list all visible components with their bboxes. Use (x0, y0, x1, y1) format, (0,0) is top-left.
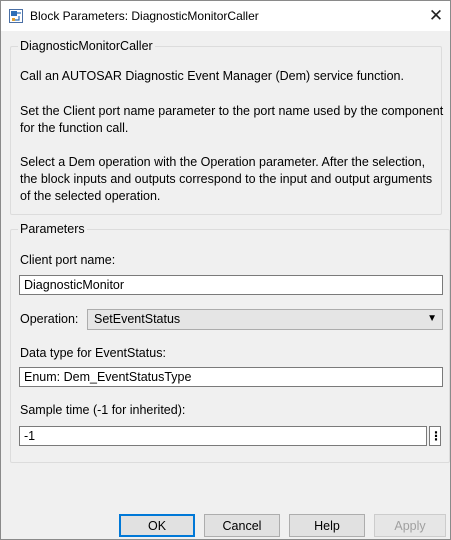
description-paragraph-1: Call an AUTOSAR Diagnostic Event Manager… (20, 69, 404, 83)
apply-button[interactable]: Apply (374, 514, 446, 537)
description-paragraph-3: Select a Dem operation with the Operatio… (20, 155, 433, 203)
description-group-title: DiagnosticMonitorCaller (18, 39, 155, 53)
simulink-block-icon (9, 9, 23, 23)
description-paragraph-2: Set the Client port name parameter to th… (20, 104, 444, 135)
sample-time-input[interactable] (19, 426, 427, 446)
operation-label: Operation: (20, 312, 79, 326)
block-parameters-dialog: Block Parameters: DiagnosticMonitorCalle… (0, 0, 451, 540)
cancel-button[interactable]: Cancel (204, 514, 280, 537)
title-bar: Block Parameters: DiagnosticMonitorCalle… (1, 1, 450, 31)
operation-select[interactable]: SetEventStatus ▼ (87, 309, 443, 330)
operation-select-value: SetEventStatus (94, 312, 181, 326)
data-type-input[interactable] (19, 367, 443, 387)
parameters-group-title: Parameters (18, 222, 87, 236)
ok-button[interactable]: OK (119, 514, 195, 537)
close-icon[interactable]: ✕ (426, 6, 446, 26)
help-button[interactable]: Help (289, 514, 365, 537)
client-port-name-label: Client port name: (20, 253, 116, 267)
client-port-name-input[interactable] (19, 275, 443, 295)
sample-time-label: Sample time (-1 for inherited): (20, 403, 186, 417)
chevron-down-icon: ▼ (427, 313, 437, 324)
data-type-label: Data type for EventStatus: (20, 346, 166, 360)
window-title: Block Parameters: DiagnosticMonitorCalle… (30, 9, 259, 23)
more-options-icon[interactable]: ⋮ (429, 426, 442, 446)
